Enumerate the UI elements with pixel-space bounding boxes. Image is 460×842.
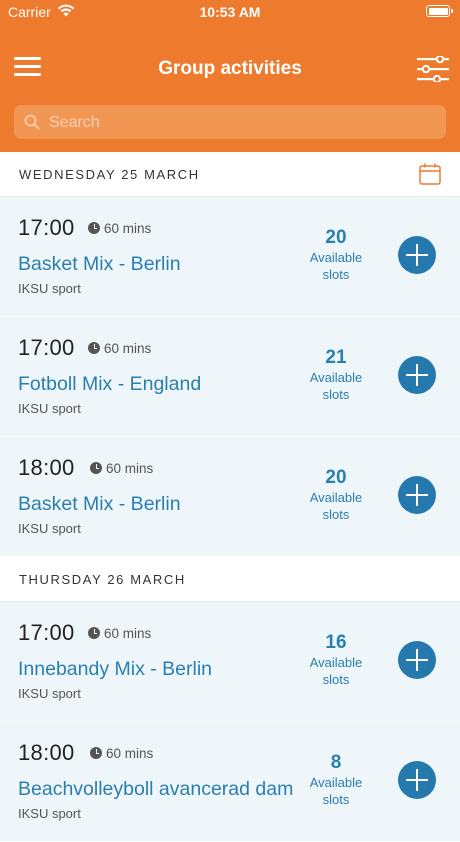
activity-duration: 60 mins xyxy=(88,221,151,236)
slots-label: slots xyxy=(322,672,350,687)
clock-time: 10:53 AM xyxy=(199,4,261,20)
activity-venue: IKSU sport xyxy=(18,806,81,821)
clock-icon xyxy=(88,342,100,354)
clock-icon xyxy=(90,462,102,474)
activity-duration: 60 mins xyxy=(88,626,151,641)
clock-icon xyxy=(90,747,102,759)
activity-name[interactable]: Beachvolleyboll avancerad dam xyxy=(18,778,293,801)
battery-icon xyxy=(426,5,453,17)
slots-count: 16 xyxy=(325,632,347,653)
add-booking-button[interactable] xyxy=(398,761,436,799)
activity-venue: IKSU sport xyxy=(18,686,81,701)
slots-label: slots xyxy=(322,792,350,807)
battery-fill xyxy=(428,7,448,15)
activity-card[interactable]: 18:00 60 mins Beachvolleyboll avancerad … xyxy=(0,722,460,842)
nav-header: Group activities xyxy=(0,26,460,152)
available-slots: 21 Available slots xyxy=(298,347,374,403)
activity-name[interactable]: Basket Mix - Berlin xyxy=(18,493,181,516)
day-label: THURSDAY 26 MARCH xyxy=(19,572,186,587)
search-input[interactable] xyxy=(47,105,441,141)
activity-card[interactable]: 18:00 60 mins Basket Mix - Berlin IKSU s… xyxy=(0,437,460,557)
available-slots: 20 Available slots xyxy=(298,227,374,283)
filter-sliders-icon[interactable] xyxy=(417,54,449,84)
slots-label: Available xyxy=(309,490,363,505)
activity-card[interactable]: 17:00 60 mins Innebandy Mix - Berlin IKS… xyxy=(0,602,460,722)
add-booking-button[interactable] xyxy=(398,476,436,514)
search-icon xyxy=(24,114,40,130)
clock-icon xyxy=(88,222,100,234)
add-booking-button[interactable] xyxy=(398,641,436,679)
day-header: WEDNESDAY 25 MARCH xyxy=(0,152,460,197)
calendar-icon[interactable] xyxy=(419,163,441,185)
status-bar: Carrier 10:53 AM xyxy=(0,0,460,26)
activity-duration: 60 mins xyxy=(90,746,153,761)
slots-label: Available xyxy=(309,655,363,670)
day-header: THURSDAY 26 MARCH xyxy=(0,557,460,602)
activity-name[interactable]: Basket Mix - Berlin xyxy=(18,253,181,276)
slots-label: Available xyxy=(309,775,363,790)
slots-label: slots xyxy=(322,387,350,402)
slots-count: 20 xyxy=(325,227,347,248)
search-box xyxy=(14,105,446,141)
slots-count: 8 xyxy=(330,752,342,773)
activity-list: WEDNESDAY 25 MARCH 17:00 60 mins Basket … xyxy=(0,152,460,842)
slots-count: 21 xyxy=(325,347,347,368)
activity-time: 18:00 xyxy=(18,740,75,765)
page-title: Group activities xyxy=(158,58,302,79)
slots-label: slots xyxy=(322,507,350,522)
activity-card[interactable]: 17:00 60 mins Basket Mix - Berlin IKSU s… xyxy=(0,197,460,317)
activity-name[interactable]: Innebandy Mix - Berlin xyxy=(18,658,212,681)
day-label: WEDNESDAY 25 MARCH xyxy=(19,167,200,182)
activity-venue: IKSU sport xyxy=(18,521,81,536)
slots-label: Available xyxy=(309,370,363,385)
clock-icon xyxy=(88,627,100,639)
available-slots: 16 Available slots xyxy=(298,632,374,688)
add-booking-button[interactable] xyxy=(398,356,436,394)
activity-time: 17:00 xyxy=(18,215,75,240)
activity-card[interactable]: 17:00 60 mins Fotboll Mix - England IKSU… xyxy=(0,317,460,437)
add-booking-button[interactable] xyxy=(398,236,436,274)
activity-duration: 60 mins xyxy=(90,461,153,476)
activity-duration: 60 mins xyxy=(88,341,151,356)
available-slots: 20 Available slots xyxy=(298,467,374,523)
activity-venue: IKSU sport xyxy=(18,401,81,416)
activity-time: 17:00 xyxy=(18,620,75,645)
activity-time: 18:00 xyxy=(18,455,75,480)
slots-label: Available xyxy=(309,250,363,265)
slots-label: slots xyxy=(322,267,350,282)
activity-venue: IKSU sport xyxy=(18,281,81,296)
activity-name[interactable]: Fotboll Mix - England xyxy=(18,373,201,396)
slots-count: 20 xyxy=(325,467,347,488)
activity-time: 17:00 xyxy=(18,335,75,360)
available-slots: 8 Available slots xyxy=(298,752,374,808)
